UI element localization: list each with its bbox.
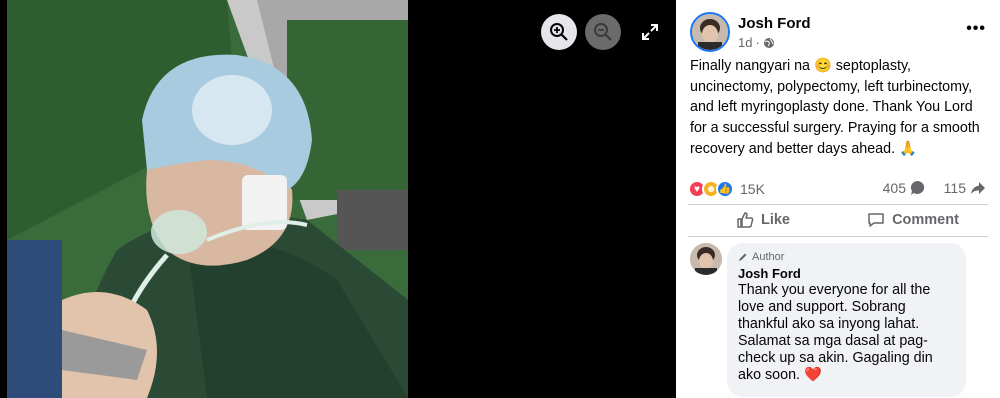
expand-icon: [642, 24, 658, 40]
zoom-out-icon: [594, 23, 612, 41]
zoom-out-button[interactable]: [585, 14, 621, 50]
pen-icon: [739, 253, 747, 261]
avatar[interactable]: [690, 12, 730, 52]
divider: [688, 236, 988, 237]
zoom-in-button[interactable]: [541, 14, 577, 50]
author-name[interactable]: Josh Ford: [738, 15, 811, 32]
author-badge: Author: [738, 249, 955, 264]
post-text: Finally nangyari na 😊 septoplasty, uncin…: [690, 58, 980, 157]
comments-count[interactable]: 405: [883, 180, 926, 196]
pray-emoji: 🙏: [899, 140, 917, 157]
more-icon: •••: [966, 20, 986, 37]
post-time[interactable]: 1d: [738, 35, 752, 50]
like-button[interactable]: Like: [688, 207, 838, 233]
comment-author-name[interactable]: Josh Ford: [738, 266, 955, 281]
reactions-count[interactable]: 15K: [740, 181, 765, 197]
comment-button[interactable]: Comment: [838, 207, 988, 233]
share-arrow-icon: [971, 182, 985, 194]
comment-bubble: Author Josh Ford Thank you everyone for …: [727, 243, 966, 397]
shares-count[interactable]: 115: [944, 180, 986, 196]
comment-icon: [868, 213, 884, 227]
zoom-in-icon: [550, 23, 568, 41]
reactions-bar: ♥ ☻ 👍 15K 405 115: [688, 178, 988, 200]
comment-text: Thank you everyone for all the love and …: [738, 282, 933, 383]
heart-emoji: ❤️: [803, 367, 822, 383]
more-options-button[interactable]: •••: [966, 20, 986, 38]
fullscreen-button[interactable]: [632, 14, 668, 50]
like-icon: 👍: [716, 180, 734, 198]
reaction-icons[interactable]: ♥ ☻ 👍: [688, 180, 734, 198]
post-header: Josh Ford 1d · •••: [690, 12, 990, 52]
comment-bubble-icon: [910, 180, 925, 195]
post-photo[interactable]: [7, 0, 408, 398]
comment-avatar[interactable]: [690, 243, 722, 275]
smile-emoji: 😊: [814, 58, 832, 74]
divider: [688, 204, 988, 205]
post-panel: Josh Ford 1d · ••• Finally nangyari na 😊…: [676, 0, 1000, 398]
post-meta: 1d ·: [738, 35, 775, 50]
post-actions: Like Comment: [688, 207, 988, 233]
thumbs-up-icon: [737, 212, 754, 228]
photo-viewer: [0, 0, 676, 398]
globe-icon: [763, 37, 774, 48]
